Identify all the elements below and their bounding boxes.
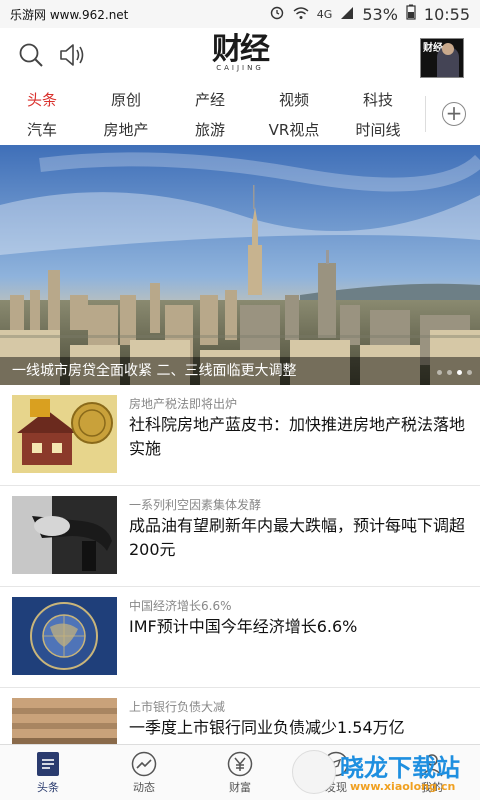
tab-auto[interactable]: 汽车 [0,116,84,144]
status-right: 4G 53% 10:55 [269,4,470,24]
nav-discover[interactable]: 发现 [288,745,384,800]
cover-face [442,43,454,55]
news-tag: 房地产税法即将出炉 [129,397,238,411]
nav-label: 动态 [133,781,155,794]
yuan-icon [227,751,253,777]
news-title[interactable]: 社科院房地产蓝皮书：加快推进房地产税法落地实施 [129,413,469,461]
battery-percent: 53% [362,4,398,24]
news-title[interactable]: IMF预计中国今年经济增长6.6% [129,615,469,639]
tab-timeline[interactable]: 时间线 [336,116,420,144]
tab-industry[interactable]: 产经 [168,86,252,114]
trend-icon [131,751,157,777]
bottom-navigation: 头条 动态 财富 发现 我的 [0,744,480,800]
nav-label: 我的 [421,781,443,794]
search-icon[interactable] [18,42,44,68]
news-tag: 一系列利空因素集体发酵 [129,498,262,512]
signal-icon [340,5,354,24]
tab-original[interactable]: 原创 [84,86,168,114]
nav-label: 头条 [37,781,59,794]
tabs-row-1: 头条 原创 产经 视频 科技 [0,86,420,114]
news-thumbnail-imf-logo [12,597,117,675]
carousel-dot[interactable] [447,370,452,375]
status-site-text: 乐游网 www.962.net [10,7,129,22]
status-bar: 乐游网 www.962.net 4G 53% 10:55 [0,0,480,28]
network-type: 4G [316,7,333,21]
discover-icon [323,751,349,777]
tab-real-estate[interactable]: 房地产 [84,116,168,144]
tab-travel[interactable]: 旅游 [168,116,252,144]
news-item[interactable]: 中国经济增长6.6% IMF预计中国今年经济增长6.6% [0,587,480,688]
user-icon [419,751,445,777]
carousel-dots[interactable] [437,370,472,375]
wifi-icon [293,5,309,24]
news-icon [35,751,61,777]
category-tabs: 头条 原创 产经 视频 科技 汽车 房地产 旅游 VR视点 时间线 + [0,84,480,144]
tab-headline[interactable]: 头条 [0,86,84,114]
tabs-divider [425,96,426,132]
hero-banner[interactable]: 一线城市房贷全面收紧 二、三线面临更大调整 [0,145,480,385]
nav-label: 发现 [325,781,347,794]
tab-tech[interactable]: 科技 [336,86,420,114]
news-tag: 上市银行负债大减 [129,700,226,714]
carousel-dot[interactable] [467,370,472,375]
logo-text-cn: 财经 [212,32,270,67]
clock-time: 10:55 [423,4,470,24]
nav-trends[interactable]: 动态 [96,745,192,800]
carousel-dot-active[interactable] [457,370,462,375]
news-thumbnail-fuel-nozzle [12,496,117,574]
hero-city-image [0,145,480,385]
nav-mine[interactable]: 我的 [384,745,480,800]
speaker-icon[interactable] [58,42,86,68]
nav-label: 财富 [229,781,251,794]
carousel-dot[interactable] [437,370,442,375]
nav-headline[interactable]: 头条 [0,745,96,800]
news-title[interactable]: 成品油有望刷新年内最大跌幅，预计每吨下调超200元 [129,514,469,562]
news-tag: 中国经济增长6.6% [129,599,232,613]
caijing-logo: 财经 CAIJING [200,34,280,78]
news-item[interactable]: 房地产税法即将出炉 社科院房地产蓝皮书：加快推进房地产税法落地实施 [0,385,480,486]
tab-vr[interactable]: VR视点 [252,116,336,144]
app-header: 财经 CAIJING 财经 [0,28,480,84]
add-channel-button[interactable]: + [442,102,466,126]
news-title[interactable]: 一季度上市银行同业负债减少1.54万亿 [129,716,469,740]
tabs-row-2: 汽车 房地产 旅游 VR视点 时间线 [0,116,420,144]
news-thumbnail-property-tax [12,395,117,473]
magazine-cover[interactable]: 财经 [420,38,464,78]
news-list: 房地产税法即将出炉 社科院房地产蓝皮书：加快推进房地产税法落地实施 一系列利空因… [0,385,480,789]
battery-icon [406,4,416,24]
tab-video[interactable]: 视频 [252,86,336,114]
news-item[interactable]: 一系列利空因素集体发酵 成品油有望刷新年内最大跌幅，预计每吨下调超200元 [0,486,480,587]
hero-caption: 一线城市房贷全面收紧 二、三线面临更大调整 [0,357,480,385]
nav-wealth[interactable]: 财富 [192,745,288,800]
alarm-icon [269,4,285,24]
